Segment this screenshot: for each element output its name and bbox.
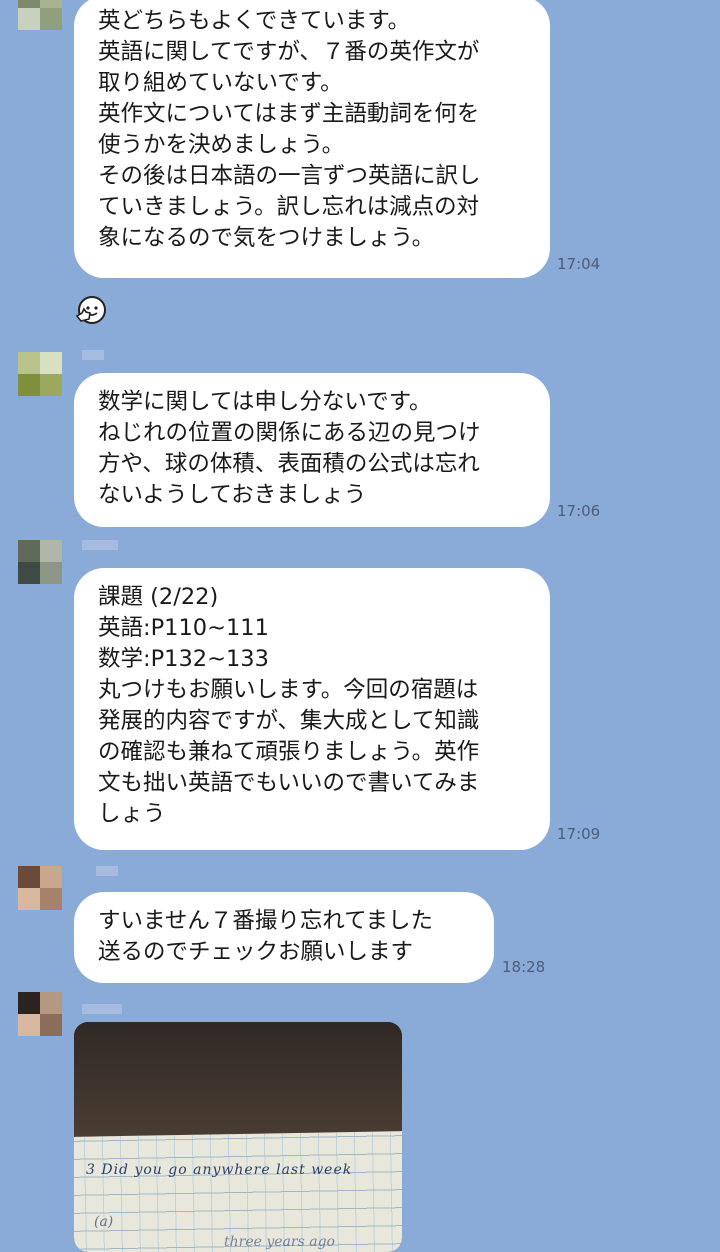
message-text-line: 英語に関してですが、７番の英作文が (98, 39, 480, 65)
message-bubble[interactable]: すいません７番撮り忘れてました 送るのでチェックお願いします (74, 892, 494, 983)
message-bubble[interactable]: 数学に関しては申し分ないです。 ねじれの位置の関係にある辺の見つけ 方や、球の体… (74, 373, 550, 527)
message-text-line: ていきましょう。訳し忘れは減点の対 (98, 194, 480, 220)
message-timestamp: 18:28 (502, 958, 546, 976)
sender-name (96, 866, 118, 876)
message-text-line: 数学に関しては申し分ないです。 (98, 389, 432, 415)
sender-name (82, 350, 104, 360)
message-timestamp: 17:09 (557, 825, 601, 843)
message-text-line: すいません７番撮り忘れてました (98, 908, 434, 934)
message-text-line: 発展的内容ですが、集大成として知識 (98, 708, 480, 734)
avatar[interactable] (18, 352, 62, 396)
photo-background (74, 1022, 402, 1137)
avatar[interactable] (18, 0, 62, 30)
message-text-line: 数学:P132~133 (98, 646, 269, 672)
message-text-line: ないようしておきましょう (98, 482, 367, 508)
message-bubble[interactable]: 英どちらもよくできています。 英語に関してですが、７番の英作文が 取り組めていな… (74, 0, 550, 278)
photo-message[interactable]: 3 Did you go anywhere last week (a) thre… (74, 1022, 402, 1252)
thumbs-up-face-sticker-icon[interactable] (74, 294, 108, 328)
avatar[interactable] (18, 992, 62, 1036)
sender-name (82, 1004, 122, 1014)
message-text-line: ねじれの位置の関係にある辺の見つけ (98, 420, 481, 446)
sender-name (82, 540, 118, 550)
message-timestamp: 17:04 (557, 255, 601, 273)
message-text-line: 文も拙い英語でもいいので書いてみま (98, 770, 480, 796)
handwriting-text: (a) (94, 1214, 114, 1230)
message-text-line: その後は日本語の一言ずつ英語に訳し (98, 163, 481, 189)
avatar[interactable] (18, 540, 62, 584)
handwriting-text: 3 Did you go anywhere last week (86, 1162, 353, 1178)
message-text-line: 英作文についてはまず主語動詞を何を (98, 101, 480, 127)
message-text-line: 象になるので気をつけましょう。 (98, 225, 435, 251)
message-text-line: 方や、球の体積、表面積の公式は忘れ (98, 451, 480, 477)
message-timestamp: 17:06 (557, 502, 601, 520)
message-text-line: 送るのでチェックお願いします (98, 939, 414, 965)
message-text-line: 英語:P110~111 (98, 615, 269, 641)
handwriting-text: three years ago (224, 1234, 335, 1250)
message-text-line: の確認も兼ねて頑張りましょう。英作 (98, 739, 480, 765)
message-text-line: 取り組めていないです。 (98, 70, 343, 96)
message-text-line: 丸つけもお願いします。今回の宿題は (98, 677, 479, 703)
message-bubble[interactable]: 課題 (2/22) 英語:P110~111 数学:P132~133 丸つけもお願… (74, 568, 550, 850)
message-text-line: 使うかを決めましょう。 (98, 132, 345, 158)
message-text-line: 英どちらもよくできています。 (98, 8, 411, 34)
message-text-line: しょう (98, 801, 166, 827)
avatar[interactable] (18, 866, 62, 910)
message-text-line: 課題 (2/22) (98, 584, 219, 610)
